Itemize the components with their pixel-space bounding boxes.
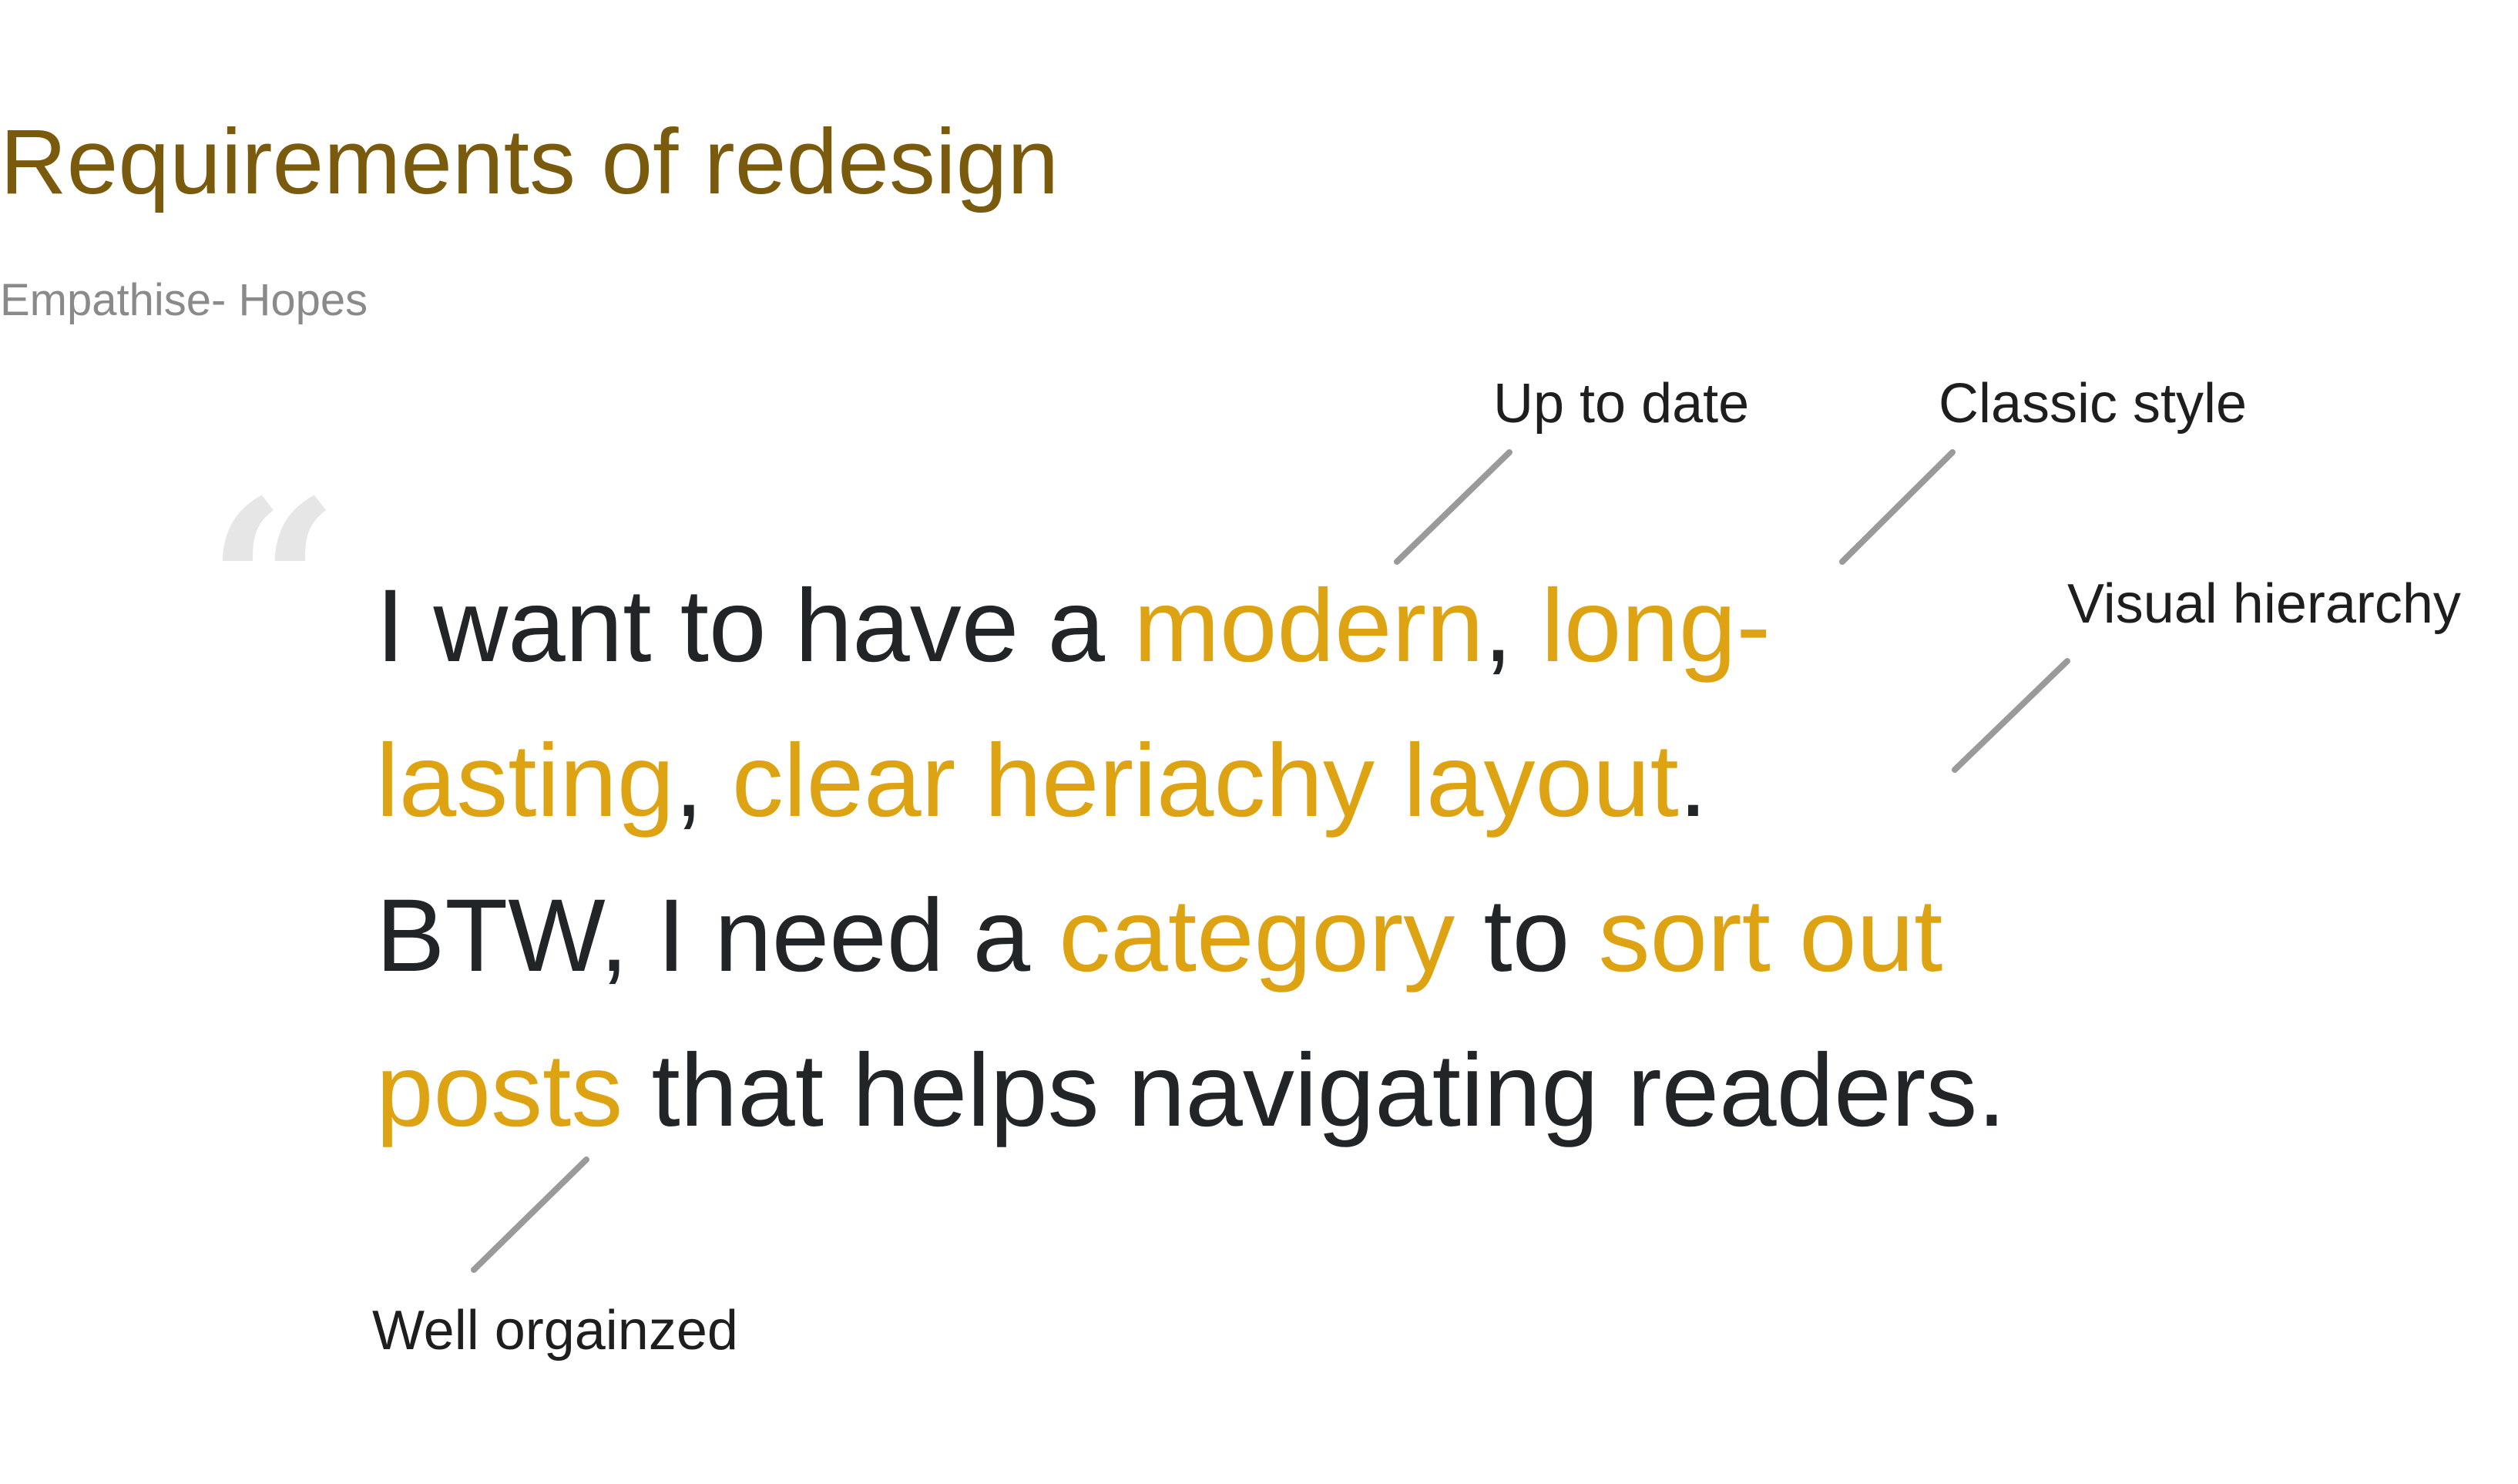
annotation-well-organized: Well orgainzed <box>372 1300 738 1361</box>
slide-page: Requirements of redesign Empathise- Hope… <box>0 0 2518 1484</box>
annotation-classic-style: Classic style <box>1939 373 2248 435</box>
leader-line-visual-hierarchy <box>1952 658 2070 773</box>
annotation-up-to-date: Up to date <box>1493 373 1750 435</box>
annotation-leader-lines <box>471 449 2070 1273</box>
leader-line-up-to-date <box>1394 449 1512 565</box>
leader-line-classic-style <box>1839 449 1956 565</box>
annotation-visual-hierarchy: Visual hierarchy <box>2067 573 2461 635</box>
leader-line-well-organized <box>471 1157 589 1273</box>
